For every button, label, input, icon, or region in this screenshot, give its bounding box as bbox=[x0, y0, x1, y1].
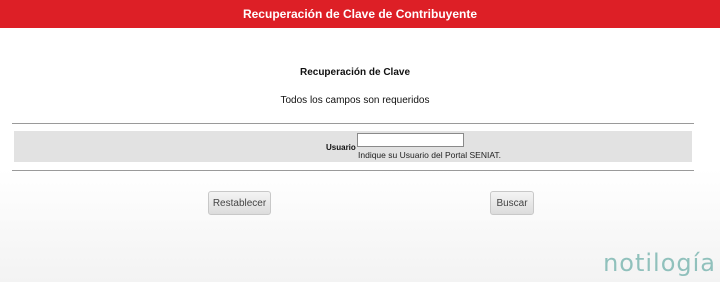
password-recovery-page: Recuperación de Clave de Contribuyente R… bbox=[0, 0, 720, 282]
usuario-hint: Indique su Usuario del Portal SENIAT. bbox=[358, 150, 501, 160]
bottom-divider bbox=[12, 170, 694, 171]
header-bar: Recuperación de Clave de Contribuyente bbox=[0, 0, 720, 28]
form-section-title: Recuperación de Clave bbox=[299, 67, 411, 78]
reset-button[interactable]: Restablecer bbox=[208, 191, 271, 215]
usuario-label: Usuario bbox=[326, 143, 356, 152]
watermark-logo: notilogía bbox=[603, 249, 716, 277]
required-fields-note: Todos los campos son requeridos bbox=[280, 95, 430, 106]
page-title: Recuperación de Clave de Contribuyente bbox=[242, 7, 478, 21]
usuario-input[interactable] bbox=[357, 133, 464, 147]
search-button[interactable]: Buscar bbox=[490, 191, 534, 215]
top-divider bbox=[12, 123, 694, 124]
